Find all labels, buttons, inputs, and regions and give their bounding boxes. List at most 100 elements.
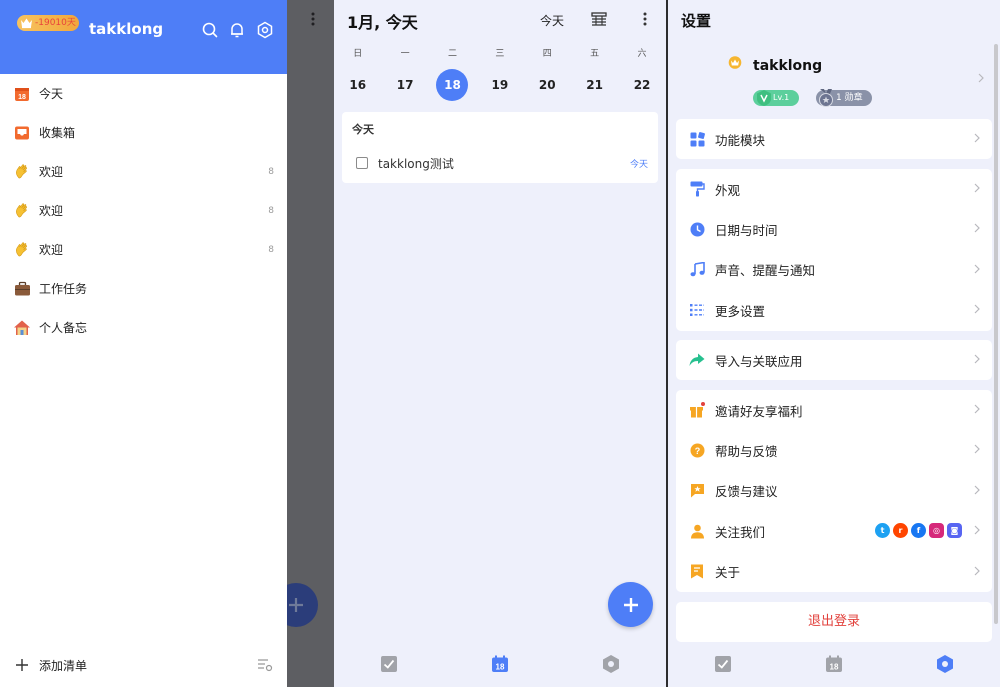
nav-tasks-tab[interactable]	[378, 653, 400, 675]
settings-item-import[interactable]: 导入与关联应用	[676, 340, 992, 380]
level-text: Lv.1	[773, 93, 790, 102]
level-badge[interactable]: Lv.1	[753, 90, 799, 106]
briefcase-icon	[13, 280, 31, 298]
settings-item-feedback[interactable]: 反馈与建议	[676, 471, 992, 511]
nav-calendar-tab[interactable]: 18	[489, 653, 511, 675]
crown-icon	[728, 56, 742, 69]
drawer-user-name[interactable]: takklong	[89, 20, 163, 38]
scrollbar[interactable]	[994, 44, 998, 624]
weekday-label: 六	[637, 49, 647, 59]
drawer-item-label: 今天	[39, 87, 64, 101]
settings-item-label: 外观	[715, 182, 741, 198]
settings-group-community: 邀请好友享福利 ? 帮助与反馈 反馈与建议 关注我们 t r f ◎ ◙ 关于	[676, 390, 992, 592]
page-title: 设置	[681, 12, 712, 30]
chevron-right-icon	[974, 566, 980, 575]
weekday-label: 一	[400, 49, 410, 59]
profile-name: takklong	[753, 58, 823, 74]
drawer-item-count: 8	[268, 244, 274, 255]
drawer-item-count: 8	[268, 205, 274, 216]
date-cell[interactable]: 22	[618, 69, 665, 101]
task-due-date: 今天	[629, 159, 648, 170]
settings-group-general: 外观 日期与时间 声音、提醒与通知 更多设置	[676, 169, 992, 331]
waving-hand-icon	[13, 202, 31, 220]
instagram-icon[interactable]: ◎	[929, 523, 944, 539]
settings-item-follow[interactable]: 关注我们 t r f ◎ ◙	[676, 511, 992, 551]
vip-days-badge[interactable]: -19010天	[17, 15, 79, 31]
drawer-header: -19010天 takklong	[0, 0, 287, 74]
settings-item-label: 导入与关联应用	[715, 353, 803, 369]
drawer-item-welcome[interactable]: 欢迎 8	[0, 191, 287, 230]
gift-icon	[689, 402, 705, 418]
settings-item-label: 关注我们	[715, 524, 766, 540]
add-list-button[interactable]: 添加清单	[0, 650, 287, 680]
bell-icon[interactable]	[228, 21, 246, 39]
more-vertical-icon[interactable]	[643, 12, 647, 26]
settings-item-invite[interactable]: 邀请好友享福利	[676, 390, 992, 430]
settings-item-help[interactable]: ? 帮助与反馈	[676, 430, 992, 470]
social-links: t r f ◎ ◙	[875, 523, 962, 539]
date-cell[interactable]: 16	[334, 69, 381, 101]
nav-settings-tab[interactable]	[600, 653, 622, 675]
drawer-item-label: 收集箱	[39, 126, 76, 140]
chevron-right-icon	[978, 73, 984, 83]
settings-item-label: 日期与时间	[715, 223, 778, 239]
settings-item-appearance[interactable]: 外观	[676, 169, 992, 209]
settings-gear-icon[interactable]	[256, 21, 274, 39]
chevron-right-icon	[974, 485, 980, 495]
settings-item-label: 反馈与建议	[715, 484, 778, 500]
add-list-label: 添加清单	[39, 658, 88, 673]
medal-text: 1 勋章	[836, 93, 863, 103]
date-cell[interactable]: 19	[476, 69, 523, 101]
grid-modules-icon	[689, 131, 705, 147]
settings-item-datetime[interactable]: 日期与时间	[676, 209, 992, 249]
today-button[interactable]: 今天	[540, 12, 564, 29]
plus-icon	[289, 598, 303, 612]
vip-days-text: -19010天	[35, 18, 76, 28]
twitter-icon[interactable]: t	[875, 523, 890, 539]
date-cell[interactable]: 20	[524, 69, 571, 101]
task-row[interactable]: takklong测试 今天	[356, 154, 648, 172]
profile-row[interactable]: takklong Lv.1 1 勋章	[676, 44, 992, 114]
drawer-item-today[interactable]: 18 今天	[0, 74, 287, 113]
list-sort-icon[interactable]	[257, 658, 273, 672]
add-task-button[interactable]	[608, 582, 653, 627]
task-checkbox[interactable]	[356, 157, 368, 169]
drawer-item-inbox[interactable]: 收集箱	[0, 113, 287, 152]
search-icon[interactable]	[201, 21, 219, 39]
logout-button[interactable]: 退出登录	[676, 602, 992, 642]
drawer-item-label: 工作任务	[39, 282, 88, 296]
nav-tasks-tab[interactable]	[712, 653, 734, 675]
calendar-today-icon: 18	[13, 85, 31, 103]
reddit-icon[interactable]: r	[893, 523, 908, 539]
help-icon: ?	[689, 443, 705, 459]
date-cell-selected[interactable]: 18	[429, 69, 476, 101]
navigation-drawer: -19010天 takklong 18 今天 收集箱 欢迎 8 欢迎 8 欢迎 …	[0, 0, 287, 687]
drawer-item-work[interactable]: 工作任务	[0, 269, 287, 308]
date-cell[interactable]: 21	[571, 69, 618, 101]
level-shield-icon	[757, 90, 771, 106]
feedback-star-icon	[689, 483, 705, 499]
weekday-label: 三	[495, 49, 505, 59]
svg-text:?: ?	[694, 446, 700, 456]
medal-badge[interactable]: 1 勋章	[816, 89, 872, 107]
settings-item-more[interactable]: 更多设置	[676, 290, 992, 330]
section-header: 今天	[352, 123, 374, 136]
drawer-item-welcome[interactable]: 欢迎 8	[0, 152, 287, 191]
drawer-item-personal[interactable]: 个人备忘	[0, 308, 287, 347]
settings-item-modules[interactable]: 功能模块	[676, 119, 992, 159]
settings-item-label: 更多设置	[715, 303, 766, 319]
nav-settings-tab[interactable]	[934, 653, 956, 675]
chevron-right-icon	[974, 525, 980, 535]
date-cell[interactable]: 17	[381, 69, 428, 101]
facebook-icon[interactable]: f	[911, 523, 926, 539]
settings-item-about[interactable]: 关于	[676, 552, 992, 592]
discord-icon[interactable]: ◙	[947, 523, 962, 539]
chevron-right-icon	[974, 444, 980, 454]
settings-item-sounds[interactable]: 声音、提醒与通知	[676, 250, 992, 290]
drawer-item-welcome[interactable]: 欢迎 8	[0, 230, 287, 269]
calendar-view-switch-icon[interactable]	[591, 12, 607, 26]
nav-calendar-tab[interactable]: 18	[823, 653, 845, 675]
settings-item-label: 功能模块	[715, 132, 766, 148]
calendar-icon: 18	[491, 655, 508, 672]
chevron-right-icon	[974, 223, 980, 233]
